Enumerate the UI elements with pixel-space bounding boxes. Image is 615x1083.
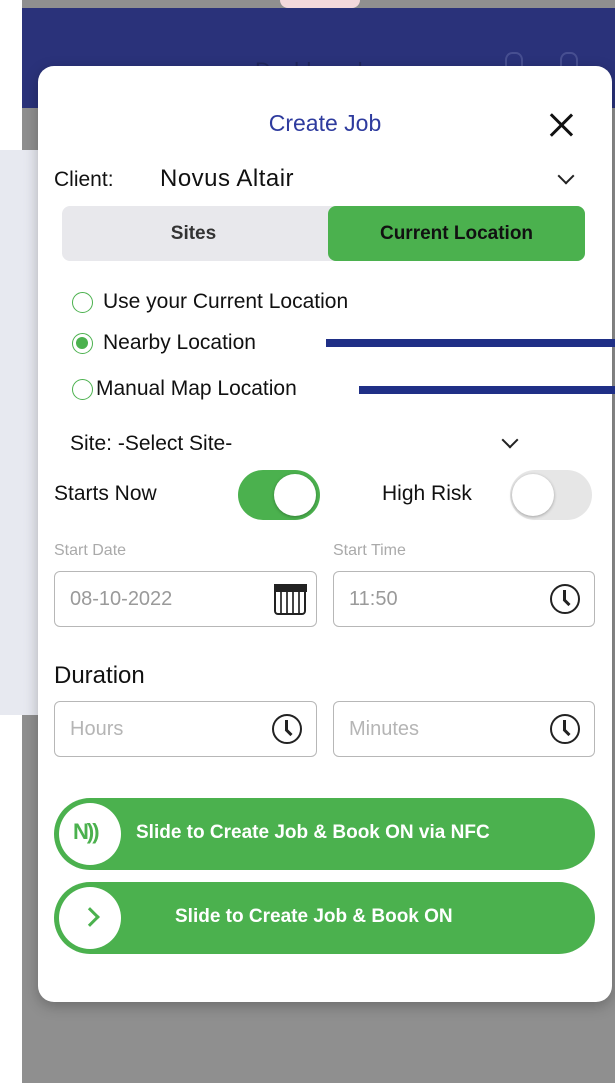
hours-placeholder: Hours [70,718,124,740]
create-job-modal: Create Job Client: Novus Altair Sites Cu… [38,66,615,1002]
location-mode-toggle: Sites Current Location [62,206,585,261]
start-date-value: 08-10-2022 [70,588,173,610]
annotation-line [326,339,615,347]
radio-label: Use your Current Location [103,290,349,313]
chevron-right-icon [80,907,100,927]
slide-create-job-nfc[interactable]: N)) Slide to Create Job & Book ON via NF… [54,798,595,870]
radio-button[interactable] [72,378,93,400]
radio-label: Manual Map Location [96,377,297,400]
nfc-icon: N)) [73,819,100,844]
toggle-knob [512,474,554,516]
site-select[interactable]: Site: -Select Site- [70,432,232,456]
slide-handle[interactable]: N)) [59,803,121,865]
start-date-field[interactable]: 08-10-2022 [54,571,317,627]
start-time-field[interactable]: 11:50 [333,571,595,627]
top-decoration [280,0,360,8]
starts-now-toggle[interactable] [238,470,320,520]
radio-button[interactable] [72,291,93,313]
radio-use-current-location[interactable]: Use your Current Location [72,290,348,314]
high-risk-toggle[interactable] [510,470,592,520]
close-icon[interactable] [548,112,574,138]
slide-create-job-book-on[interactable]: Slide to Create Job & Book ON [54,882,595,954]
client-select[interactable]: Novus Altair [160,165,294,193]
high-risk-label: High Risk [382,482,472,505]
tab-current-location[interactable]: Current Location [328,206,585,261]
duration-title: Duration [54,662,145,689]
toggle-knob [274,474,316,516]
annotation-line [359,386,615,394]
starts-now-label: Starts Now [54,482,157,505]
clock-icon[interactable] [550,584,580,614]
radio-nearby-location[interactable]: Nearby Location [72,331,256,355]
chevron-down-icon[interactable] [557,167,575,185]
minutes-placeholder: Minutes [349,718,420,740]
calendar-icon[interactable] [273,583,307,615]
clock-icon[interactable] [272,714,302,744]
slide-nfc-label: Slide to Create Job & Book ON via NFC [136,822,490,843]
radio-manual-map-location[interactable]: Manual Map Location [72,377,297,401]
modal-title: Create Job [268,110,382,136]
clock-icon[interactable] [550,714,580,744]
start-time-value: 11:50 [349,588,398,610]
chevron-down-icon[interactable] [501,431,519,449]
radio-button[interactable] [72,332,93,354]
radio-label: Nearby Location [103,331,256,354]
client-label: Client: [54,168,114,191]
start-date-label: Start Date [54,542,127,559]
minutes-input[interactable]: Minutes [333,701,595,757]
tab-sites[interactable]: Sites [62,206,325,261]
slide-handle[interactable] [59,887,121,949]
hours-input[interactable]: Hours [54,701,317,757]
start-time-label: Start Time [333,542,406,559]
left-panel-strip [0,150,40,715]
slide-book-label: Slide to Create Job & Book ON [175,906,453,927]
